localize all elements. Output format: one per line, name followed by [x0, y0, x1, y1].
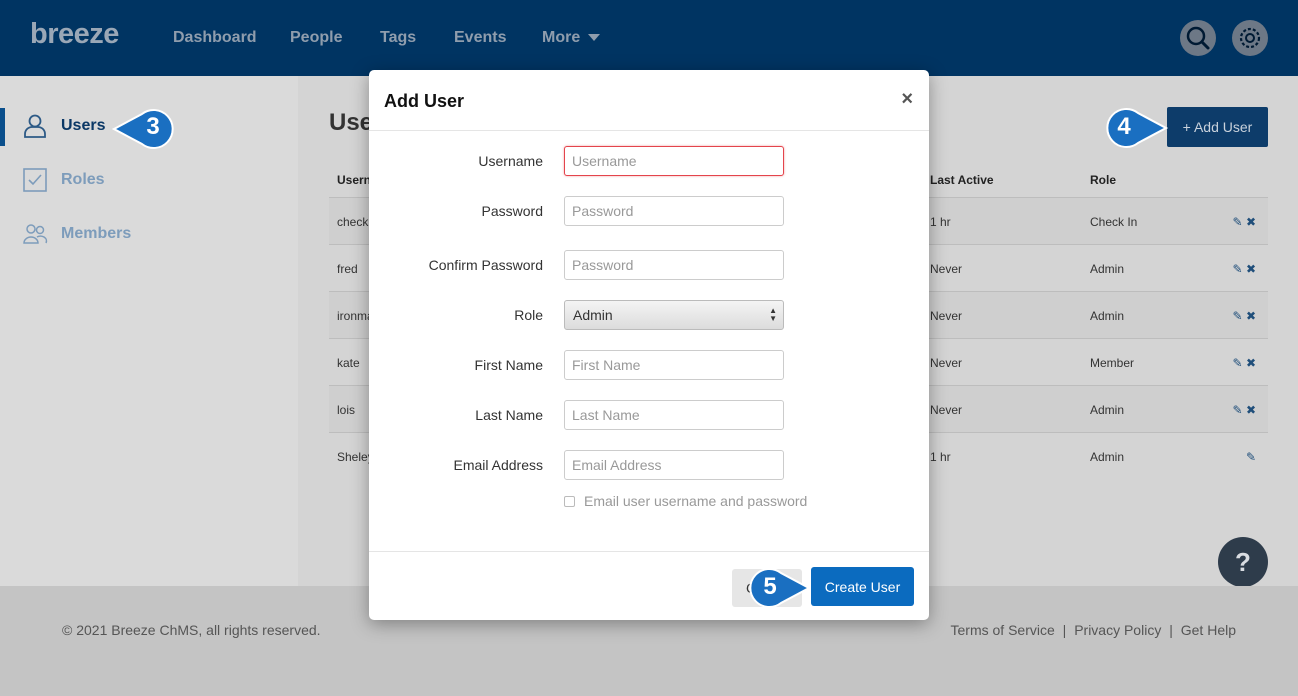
step-number-5: 5: [763, 573, 777, 600]
edit-icon[interactable]: ✎: [1246, 450, 1256, 464]
email-credentials-label: Email user username and password: [584, 493, 808, 509]
sidebar-active-indicator: [0, 108, 5, 146]
last-name-input[interactable]: Last Name: [564, 400, 784, 430]
cell-role: Member: [1090, 356, 1135, 370]
checkbox-icon: [23, 168, 47, 192]
username-input[interactable]: Username: [564, 146, 784, 176]
role-label: Role: [514, 307, 543, 323]
terms-link[interactable]: Terms of Service: [951, 622, 1055, 638]
copyright-text: © 2021 Breeze ChMS, all rights reserved.: [62, 622, 321, 638]
sidebar: [0, 76, 298, 586]
sidebar-item-users[interactable]: Users: [22, 113, 105, 139]
delete-icon[interactable]: ✖: [1246, 356, 1256, 370]
footer-separator: |: [1169, 622, 1173, 638]
help-link[interactable]: Get Help: [1181, 622, 1236, 638]
cell-last-active: 1 hr: [930, 215, 951, 229]
username-label: Username: [478, 153, 543, 169]
breeze-logo[interactable]: breeze: [30, 18, 119, 51]
edit-icon[interactable]: ✎: [1233, 356, 1243, 370]
delete-icon[interactable]: ✖: [1246, 309, 1256, 323]
confirm-password-input[interactable]: Password: [564, 250, 784, 280]
first-name-input[interactable]: First Name: [564, 350, 784, 380]
cell-last-active: Never: [930, 262, 963, 276]
add-user-button[interactable]: + Add User: [1167, 107, 1268, 147]
email-input[interactable]: Email Address: [564, 450, 784, 480]
role-select[interactable]: Admin ▲ ▼: [564, 300, 784, 330]
search-button[interactable]: [1180, 20, 1216, 56]
footer-links: Terms of Service | Privacy Policy | Get …: [951, 622, 1236, 638]
cell-role: Admin: [1090, 262, 1125, 276]
column-header-role[interactable]: Role: [1090, 173, 1116, 187]
dialog-header: Add User ×: [369, 70, 929, 131]
add-user-dialog: Add User × Username Username Password Pa…: [369, 70, 929, 620]
nav-more[interactable]: More: [542, 29, 601, 47]
cell-username: check: [337, 215, 369, 229]
cell-username: fred: [337, 262, 358, 276]
delete-icon[interactable]: ✖: [1246, 215, 1256, 229]
caret-down-icon: [588, 34, 601, 42]
top-nav: breeze Dashboard People Tags Events More: [0, 0, 1298, 76]
nav-dashboard[interactable]: Dashboard: [173, 29, 257, 47]
group-icon: [23, 224, 48, 244]
cell-username: lois: [337, 403, 356, 417]
create-user-button[interactable]: Create User: [811, 567, 914, 606]
footer-separator: |: [1062, 622, 1067, 638]
cell-last-active: 1 hr: [930, 450, 951, 464]
sidebar-item-roles[interactable]: Roles: [22, 167, 105, 193]
email-credentials-checkbox[interactable]: [564, 495, 575, 507]
dialog-footer: C Create User: [369, 551, 929, 620]
help-button[interactable]: ?: [1218, 537, 1268, 587]
column-header-last-active[interactable]: Last Active: [930, 173, 994, 187]
edit-icon[interactable]: ✎: [1233, 215, 1243, 229]
delete-icon[interactable]: ✖: [1246, 403, 1256, 417]
edit-icon[interactable]: ✎: [1233, 309, 1243, 323]
email-credentials-option[interactable]: Email user username and password: [564, 493, 807, 509]
sidebar-item-members[interactable]: Members: [22, 221, 131, 247]
nav-tags[interactable]: Tags: [380, 29, 416, 47]
role-select-value: Admin: [573, 307, 613, 323]
sidebar-item-label: Users: [61, 117, 106, 134]
confirm-password-label: Confirm Password: [428, 257, 543, 273]
email-label: Email Address: [453, 457, 543, 473]
close-icon[interactable]: ×: [901, 88, 913, 111]
step-number-3: 3: [146, 113, 160, 140]
cell-last-active: Never: [930, 356, 963, 370]
cell-last-active: Never: [930, 309, 963, 323]
settings-button[interactable]: [1232, 20, 1268, 56]
cell-role: Check In: [1090, 215, 1138, 229]
edit-icon[interactable]: ✎: [1233, 403, 1243, 417]
nav-events[interactable]: Events: [454, 29, 506, 47]
user-icon: [24, 114, 46, 138]
cell-role: Admin: [1090, 309, 1125, 323]
privacy-link[interactable]: Privacy Policy: [1074, 622, 1161, 638]
cell-role: Admin: [1090, 450, 1125, 464]
password-input[interactable]: Password: [564, 196, 784, 226]
last-name-label: Last Name: [475, 407, 543, 423]
cell-last-active: Never: [930, 403, 963, 417]
password-label: Password: [481, 203, 543, 219]
sidebar-item-label: Members: [61, 225, 132, 242]
cell-role: Admin: [1090, 403, 1125, 417]
step-number-4: 4: [1117, 113, 1131, 140]
first-name-label: First Name: [474, 357, 543, 373]
page-title: Use: [329, 109, 374, 136]
gear-icon: [1239, 27, 1261, 49]
search-icon: [1186, 26, 1210, 50]
sidebar-item-label: Roles: [61, 171, 105, 188]
cell-username: kate: [337, 356, 360, 370]
dialog-title: Add User: [384, 91, 465, 111]
edit-icon[interactable]: ✎: [1233, 262, 1243, 276]
nav-more-label: More: [542, 29, 581, 46]
delete-icon[interactable]: ✖: [1246, 262, 1256, 276]
nav-people[interactable]: People: [290, 29, 342, 47]
select-arrows-icon: ▲ ▼: [769, 306, 777, 323]
